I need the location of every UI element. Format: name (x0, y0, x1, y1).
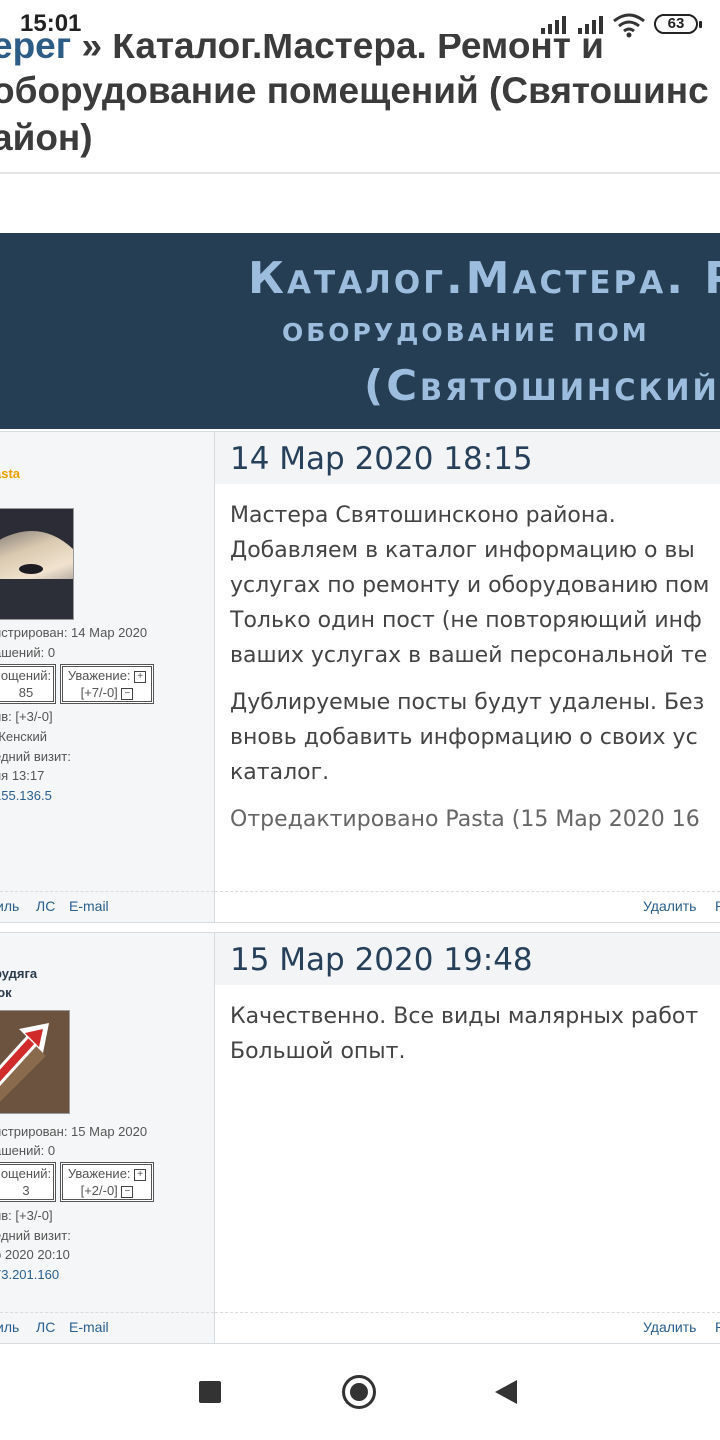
plus-icon[interactable]: + (134, 1168, 147, 1181)
wifi-icon (613, 13, 645, 38)
post-text-line: услугах по ремонту и оборудованию пом (230, 573, 710, 598)
forum-header-title: Каталог.Мастера. Р (248, 253, 720, 304)
forum-post: asta истрирован: 14 Мар 2020 ашений: 0 о… (0, 431, 720, 923)
post-text-line: Только один пост (не повторяющий инф (230, 608, 702, 633)
profile-positive: ив: [+3/-0] (0, 1208, 53, 1223)
system-nav-bar (0, 1344, 720, 1440)
post-body: Мастера Святошинсконо района. Добавляем … (230, 498, 720, 849)
status-time: 15:01 (20, 10, 82, 37)
page-title-line: оборудование помещений (Святошинс (0, 70, 709, 111)
post-author-panel: asta истрирован: 14 Мар 2020 ашений: 0 о… (0, 432, 215, 922)
post-author-panel: рудяга юк истрирован: 15 Мар 2020 ашений… (0, 933, 215, 1343)
signal-icon (578, 14, 603, 34)
minus-icon[interactable]: − (121, 687, 134, 700)
profile-respect-label: Уважение: (67, 1166, 131, 1181)
profile-messages-box: ощений: 3 (0, 1162, 56, 1202)
profile-link[interactable]: иль (0, 898, 19, 914)
post-author-actions: иль ЛС E-mail (0, 1312, 214, 1343)
post-content: 15 Мар 2020 19:48 Качественно. Все виды … (215, 933, 720, 1343)
edit-link[interactable]: Р (715, 1319, 720, 1335)
profile-link[interactable]: иль (0, 1319, 19, 1335)
pm-link[interactable]: ЛС (36, 1319, 55, 1335)
profile-positive: ив: [+3/-0] (0, 709, 53, 724)
profile-messages-box: ощений: 85 (0, 664, 56, 704)
divider (0, 172, 720, 174)
post-actions: Удалить Р (215, 891, 720, 922)
nav-back-icon[interactable] (495, 1380, 517, 1404)
post-text-line: каталог. (230, 760, 330, 785)
profile-warnings: ашений: 0 (0, 1143, 56, 1158)
profile-last-visit: р 2020 20:10 (0, 1247, 70, 1262)
delete-link[interactable]: Удалить (643, 1319, 696, 1335)
forum-header-title: оборудование пом (282, 309, 650, 350)
post-content: 14 Мар 2020 18:15 Мастера Святошинсконо … (215, 432, 720, 922)
status-bar: 15:01 63 (0, 0, 720, 50)
post-text-line: Большой опыт. (230, 1039, 406, 1064)
edit-link[interactable]: Р (715, 898, 720, 914)
profile-ip[interactable]: 155.136.5 (0, 788, 52, 803)
profile-registered: истрирован: 14 Мар 2020 (0, 625, 148, 640)
avatar (0, 1010, 70, 1114)
forum-post: рудяга юк истрирован: 15 Мар 2020 ашений… (0, 932, 720, 1344)
post-text-line: ваших услугах в вашей персональной те (230, 643, 708, 668)
nav-home-icon[interactable] (342, 1375, 376, 1409)
profile-messages-value: 3 (22, 1183, 30, 1198)
post-text-line: Качественно. Все виды малярных работ (230, 1004, 699, 1029)
profile-registered: истрирован: 15 Мар 2020 (0, 1124, 148, 1139)
post-date[interactable]: 15 Мар 2020 19:48 (215, 933, 720, 985)
delete-link[interactable]: Удалить (643, 898, 696, 914)
profile-last-visit-label: едний визит: (0, 749, 71, 764)
post-actions: Удалить Р (215, 1312, 720, 1343)
post-edited-note: Отредактировано Pasta (15 Мар 2020 16 (230, 807, 700, 832)
profile-ip[interactable]: 73.201.160 (0, 1267, 59, 1282)
post-date[interactable]: 14 Мар 2020 18:15 (215, 432, 720, 484)
post-text-line: Дублируемые посты будут удалены. Без (230, 690, 705, 715)
author-title: юк (0, 985, 12, 1000)
profile-respect-box: Уважение: + [+2/-0] − (60, 1162, 154, 1202)
post-text-line: Мастера Святошинсконо района. (230, 503, 616, 528)
profile-messages-label: ощений: (0, 668, 52, 683)
forum-header-title: (Святошинский (364, 361, 720, 410)
signal-icon (541, 14, 566, 34)
author-name[interactable]: asta (0, 466, 20, 481)
post-text-line: вновь добавить информацию о своих ус (230, 725, 698, 750)
nav-recent-icon[interactable] (199, 1381, 221, 1403)
post-text-line: Добавляем в каталог информацию о вы (230, 538, 695, 563)
minus-icon[interactable]: − (121, 1185, 134, 1198)
profile-respect-value: [+2/-0] (80, 1183, 118, 1198)
profile-warnings: ашений: 0 (0, 645, 56, 660)
profile-gender: Женский (0, 729, 47, 744)
email-link[interactable]: E-mail (69, 898, 109, 914)
profile-last-visit-label: едний визит: (0, 1228, 71, 1243)
profile-last-visit: ня 13:17 (0, 768, 45, 783)
post-author-actions: иль ЛС E-mail (0, 891, 214, 922)
email-link[interactable]: E-mail (69, 1319, 109, 1335)
pm-link[interactable]: ЛС (36, 898, 55, 914)
avatar (0, 508, 74, 620)
author-name[interactable]: рудяга (0, 966, 37, 981)
forum-header-band: Каталог.Мастера. Р оборудование пом (Свя… (0, 233, 720, 429)
post-body: Качественно. Все виды малярных работ Бол… (230, 999, 720, 1081)
battery-icon: 63 (654, 14, 702, 34)
profile-messages-value: 85 (18, 685, 34, 700)
page-title-line: айон) (0, 117, 93, 158)
profile-respect-value: [+7/-0] (80, 685, 118, 700)
profile-messages-label: ощений: (0, 1166, 52, 1181)
profile-respect-label: Уважение: (67, 668, 131, 683)
profile-respect-box: Уважение: + [+7/-0] − (60, 664, 154, 704)
plus-icon[interactable]: + (134, 670, 147, 683)
